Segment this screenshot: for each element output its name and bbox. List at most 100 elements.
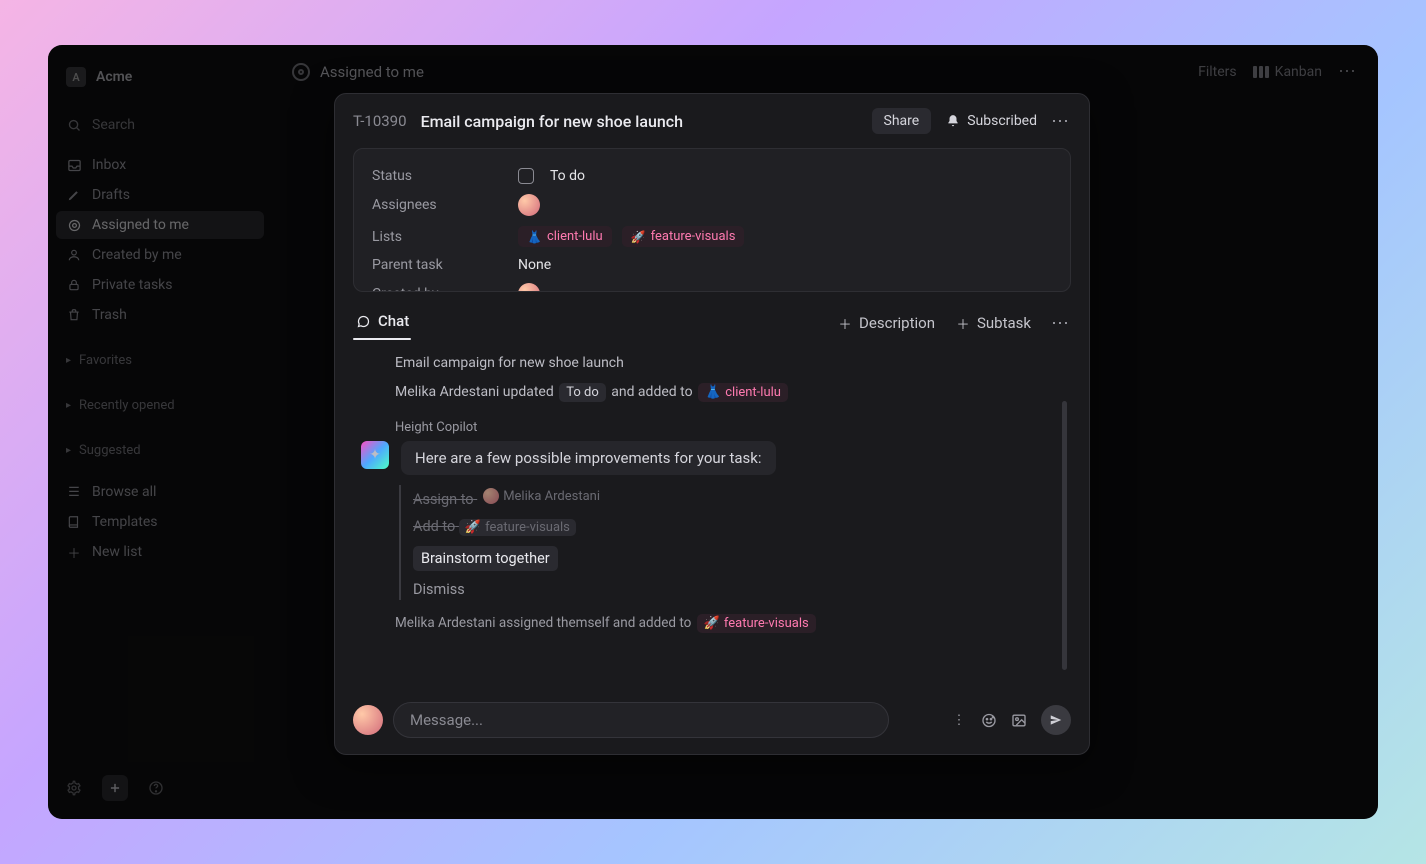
sidebar-item-created[interactable]: Created by me: [56, 241, 264, 269]
copilot-suggestions: Assign to Melika Ardestani Add to 🚀 feat…: [399, 485, 1069, 600]
list-pill-client-lulu[interactable]: 👗 client-lulu: [518, 226, 612, 247]
checkbox-icon: [518, 168, 534, 184]
rocket-icon: 🚀: [704, 616, 720, 631]
subscribed-button[interactable]: Subscribed: [945, 113, 1037, 129]
activity-text: Melika Ardestani assigned themself and a…: [395, 615, 691, 631]
sidebar-section-favorites[interactable]: ▸ Favorites: [56, 347, 264, 374]
list-pill-feature-visuals[interactable]: 🚀 feature-visuals: [697, 614, 816, 633]
search-input[interactable]: Search: [56, 111, 264, 139]
suggestion-chip-label: Melika Ardestani: [503, 489, 600, 504]
sidebar-item-trash[interactable]: Trash: [56, 301, 264, 329]
sidebar-item-label: Templates: [92, 514, 158, 530]
target-icon: [66, 217, 82, 233]
suggestion-addto[interactable]: Add to 🚀 feature-visuals: [413, 518, 1069, 536]
activity-line: Melika Ardestani assigned themself and a…: [355, 600, 1069, 641]
bell-icon: [945, 113, 961, 129]
trash-icon: [66, 307, 82, 323]
task-modal: T-10390 Email campaign for new shoe laun…: [334, 93, 1090, 755]
new-task-button[interactable]: [102, 775, 128, 801]
suggestion-prefix: Add to: [413, 518, 455, 535]
sidebar-item-private[interactable]: Private tasks: [56, 271, 264, 299]
emoji-icon[interactable]: [981, 712, 997, 728]
prop-label: Parent task: [372, 257, 508, 273]
prop-lists[interactable]: Lists 👗 client-lulu 🚀 feature-visuals: [372, 221, 1052, 252]
sidebar-item-label: New list: [92, 544, 142, 560]
message-input[interactable]: Message...: [393, 702, 889, 738]
status-value: To do: [550, 168, 585, 184]
share-button[interactable]: Share: [872, 108, 932, 134]
suggestion-assign[interactable]: Assign to Melika Ardestani: [413, 487, 1069, 508]
list-pill-label: feature-visuals: [724, 616, 809, 631]
sidebar-item-browse[interactable]: ☰ Browse all: [56, 478, 264, 506]
workspace-switcher[interactable]: A Acme: [56, 61, 264, 93]
sidebar-item-label: Drafts: [92, 187, 130, 203]
more-vertical-icon[interactable]: ⋮: [951, 712, 967, 728]
section-label: Favorites: [79, 353, 132, 368]
more-icon[interactable]: ⋯: [1051, 313, 1071, 334]
sidebar-section-suggested[interactable]: ▸ Suggested: [56, 437, 264, 464]
activity-text: Email campaign for new shoe launch: [395, 355, 624, 371]
suggestion-prefix: Assign to: [413, 491, 474, 508]
suggestion-chip: 🚀 feature-visuals: [459, 519, 576, 536]
sidebar-item-templates[interactable]: Templates: [56, 508, 264, 536]
scrollbar[interactable]: [1062, 401, 1067, 670]
person-icon: [66, 247, 82, 263]
gear-icon[interactable]: [66, 780, 82, 796]
filters-button[interactable]: Filters: [1198, 64, 1237, 80]
status-pill: To do: [559, 383, 606, 402]
list-pill-label: feature-visuals: [651, 229, 736, 244]
view-label: Kanban: [1275, 64, 1322, 80]
list-pill-feature-visuals[interactable]: 🚀 feature-visuals: [622, 226, 745, 247]
sidebar-item-newlist[interactable]: ＋ New list: [56, 538, 264, 566]
dress-icon: 👗: [527, 230, 542, 244]
rocket-icon: 🚀: [631, 230, 646, 244]
list-pill-label: client-lulu: [725, 385, 781, 400]
avatar: [483, 488, 499, 504]
composer-row: Message... ⋮: [335, 690, 1089, 754]
add-description-button[interactable]: ＋ Description: [837, 314, 935, 332]
sidebar-section-recent[interactable]: ▸ Recently opened: [56, 392, 264, 419]
chevron-right-icon: ▸: [66, 400, 71, 411]
prop-assignees[interactable]: Assignees: [372, 189, 1052, 221]
image-icon[interactable]: [1011, 712, 1027, 728]
suggestion-dismiss[interactable]: Dismiss: [413, 581, 1069, 598]
add-subtask-button[interactable]: ＋ Subtask: [955, 314, 1031, 332]
message-placeholder: Message...: [410, 711, 483, 729]
section-label: Recently opened: [79, 398, 175, 413]
avatar: [518, 194, 540, 216]
list-pill-label: client-lulu: [547, 229, 603, 244]
search-placeholder: Search: [92, 117, 135, 133]
sidebar-item-drafts[interactable]: Drafts: [56, 181, 264, 209]
list-pill-client-lulu[interactable]: 👗 client-lulu: [698, 383, 788, 402]
more-icon[interactable]: ⋯: [1051, 111, 1071, 132]
target-icon: [292, 63, 310, 81]
sidebar-item-label: Inbox: [92, 157, 126, 173]
workspace-name: Acme: [96, 69, 132, 85]
task-id: T-10390: [353, 112, 407, 130]
sidebar-item-assigned[interactable]: Assigned to me: [56, 211, 264, 239]
chat-body: Email campaign for new shoe launch Melik…: [353, 341, 1071, 690]
prop-parent[interactable]: Parent task None: [372, 252, 1052, 278]
help-icon[interactable]: [148, 780, 164, 796]
activity-mid: and added to: [611, 384, 692, 400]
task-properties: Status To do Assignees Lists 👗 client-lu…: [353, 148, 1071, 292]
suggestion-brainstorm[interactable]: Brainstorm together: [413, 546, 558, 571]
prop-createdby[interactable]: Created by: [372, 278, 1052, 292]
avatar: [518, 283, 540, 292]
activity-actor: Melika Ardestani updated: [395, 384, 554, 400]
sidebar-item-inbox[interactable]: Inbox: [56, 151, 264, 179]
tab-chat[interactable]: Chat: [353, 306, 411, 340]
rocket-icon: 🚀: [465, 520, 481, 535]
list-icon: ☰: [66, 484, 82, 500]
dress-icon: 👗: [705, 385, 721, 400]
plus-icon: ＋: [837, 315, 853, 331]
app-window: A Acme Search Inbox Drafts: [48, 45, 1378, 819]
view-switcher[interactable]: Kanban: [1253, 64, 1322, 80]
prop-status[interactable]: Status To do: [372, 163, 1052, 189]
copilot-icon: ✦: [361, 441, 389, 469]
send-button[interactable]: [1041, 705, 1071, 735]
plus-icon: ＋: [66, 544, 82, 560]
task-tabs: Chat ＋ Description ＋ Subtask ⋯: [353, 306, 1071, 341]
chevron-right-icon: ▸: [66, 355, 71, 366]
more-icon[interactable]: ⋯: [1338, 61, 1358, 82]
